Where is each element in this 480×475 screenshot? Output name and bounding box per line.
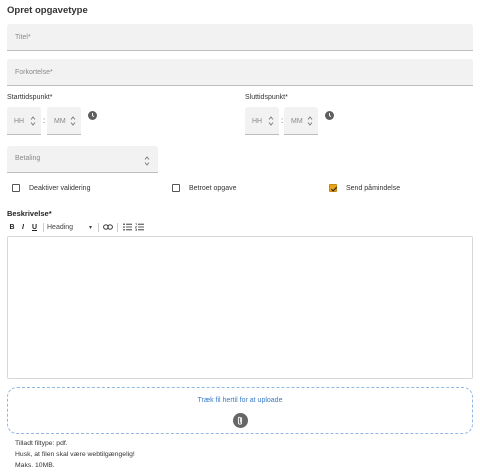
title-placeholder: Titel* [15, 34, 31, 41]
checkbox-label: Deaktiver validering [29, 184, 91, 192]
end-hour-input[interactable]: HH [245, 107, 279, 135]
spinner-icon[interactable] [70, 115, 76, 127]
clock-icon[interactable] [325, 111, 334, 120]
spinner-icon[interactable] [30, 115, 36, 127]
end-minute-placeholder: MM [291, 118, 303, 125]
start-time-label: Starttidspunkt* [7, 94, 53, 101]
chevron-down-icon: ▾ [88, 224, 92, 231]
checkbox-trusted-task[interactable]: Betroet opgave [172, 184, 236, 192]
paperclip-icon[interactable] [233, 413, 248, 428]
spinner-icon[interactable] [144, 155, 150, 167]
checkbox[interactable] [329, 184, 338, 192]
bold-button[interactable]: B [7, 221, 17, 233]
upload-info-maxsize: Maks. 10MB. [15, 462, 55, 469]
start-minute-input[interactable]: MM [47, 107, 81, 135]
underline-button[interactable]: U [29, 221, 40, 233]
description-editor[interactable] [7, 236, 473, 379]
title-field[interactable]: Titel* [7, 24, 473, 51]
abbreviation-field[interactable]: Forkortelse* [7, 59, 473, 86]
page-title: Opret opgavetype [7, 5, 88, 16]
checkbox-deactivate-validation[interactable]: Deaktiver validering [12, 184, 90, 192]
italic-button[interactable]: I [17, 221, 29, 233]
editor-toolbar: B I U Heading ▾ [7, 221, 145, 233]
numbered-list-icon[interactable] [133, 221, 145, 233]
abbreviation-placeholder: Forkortelse* [15, 69, 53, 76]
dropzone-text: Træk fil hertil for at uploade [197, 397, 283, 404]
clock-icon[interactable] [88, 111, 97, 120]
spinner-icon[interactable] [307, 115, 313, 127]
checkbox-label: Betroet opgave [189, 184, 237, 192]
checkbox[interactable] [12, 184, 20, 192]
start-hour-placeholder: HH [14, 118, 25, 125]
file-dropzone[interactable]: Træk fil hertil for at uploade [7, 387, 473, 434]
payment-placeholder: Betaling [15, 155, 41, 162]
payment-select[interactable]: Betaling [7, 146, 158, 173]
spinner-icon[interactable] [268, 115, 274, 127]
heading-dropdown[interactable]: Heading ▾ [47, 224, 95, 231]
end-minute-input[interactable]: MM [284, 107, 318, 135]
link-icon[interactable] [102, 221, 114, 233]
upload-info-accessibility: Husk, at filen skal være webtilgængelig! [15, 451, 135, 458]
toolbar-divider [43, 222, 44, 232]
end-hour-placeholder: HH [252, 118, 263, 125]
checkmark-icon [330, 186, 338, 192]
checkbox-label: Send påmindelse [346, 184, 401, 192]
end-time-label: Sluttidspunkt* [245, 94, 288, 101]
start-time-separator: : [43, 116, 46, 125]
toolbar-divider [98, 222, 99, 232]
description-label: Beskrivelse* [7, 209, 52, 218]
checkbox[interactable] [172, 184, 180, 192]
bullet-list-icon[interactable] [121, 221, 133, 233]
heading-label: Heading [47, 223, 74, 231]
start-minute-placeholder: MM [54, 118, 66, 125]
upload-info-filetype: Tilladt filtype: pdf. [15, 440, 68, 447]
start-hour-input[interactable]: HH [7, 107, 41, 135]
toolbar-divider [117, 222, 118, 232]
checkbox-send-reminder[interactable]: Send påmindelse [329, 184, 400, 192]
end-time-separator: : [281, 116, 284, 125]
